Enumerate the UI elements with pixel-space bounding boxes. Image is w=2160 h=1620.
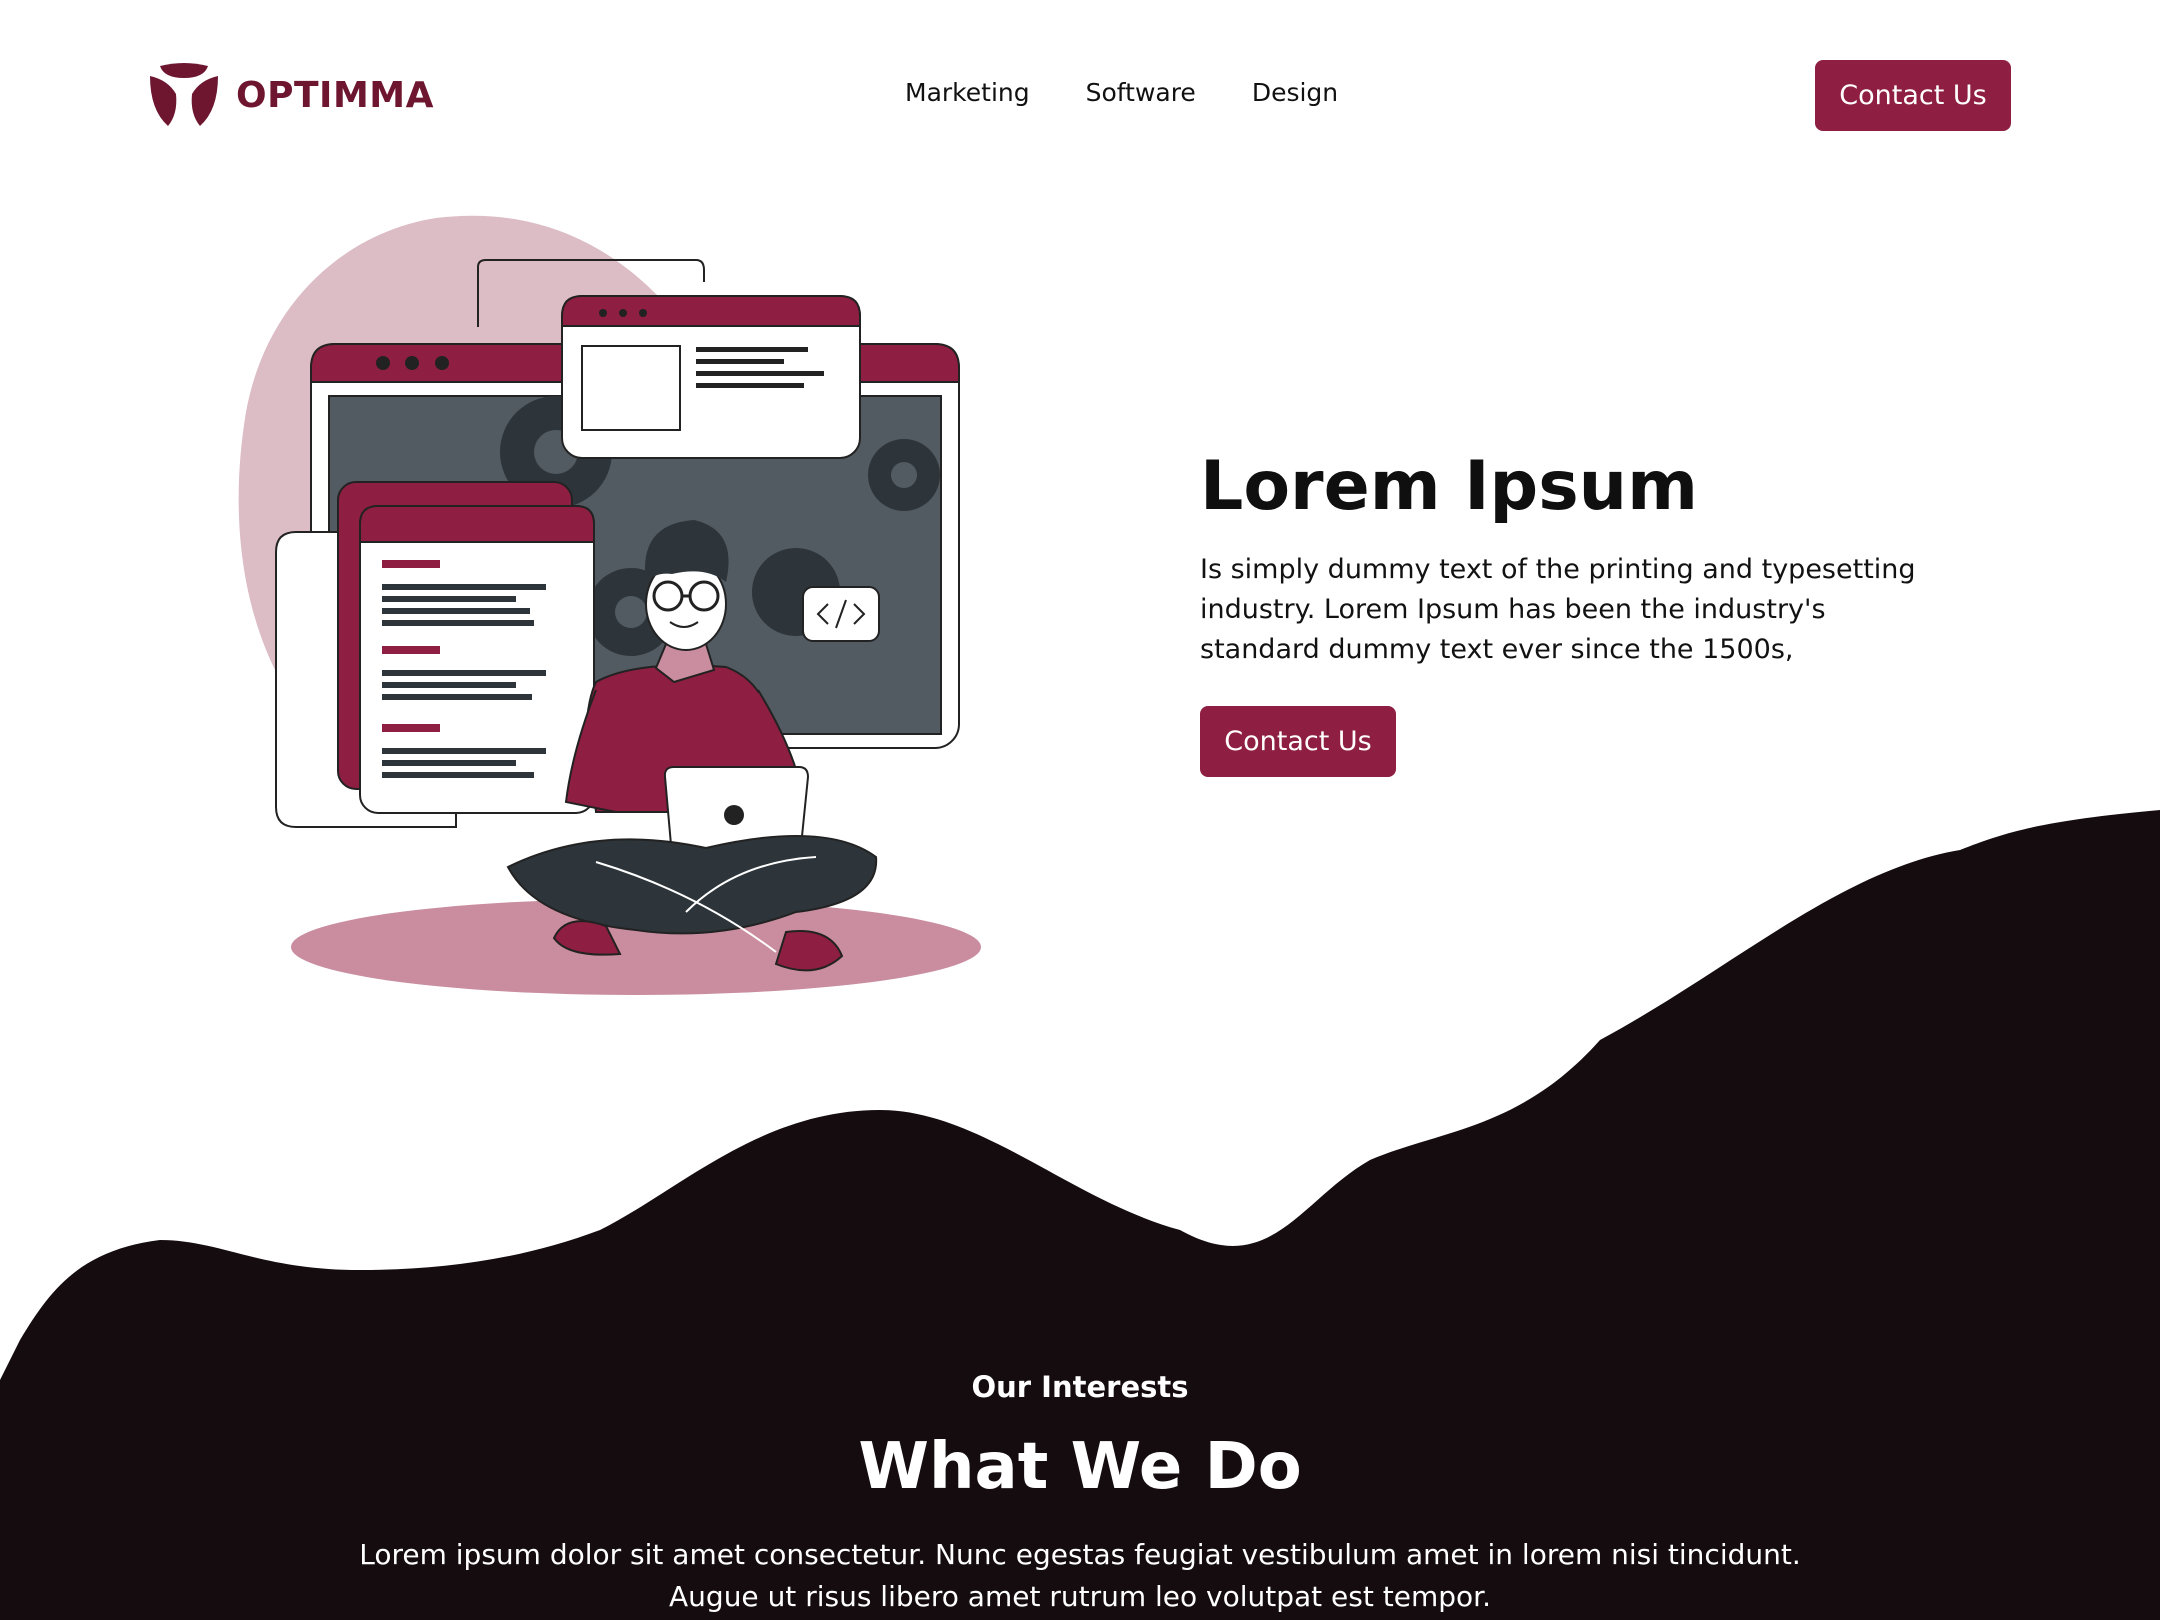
brand-name: OPTIMMA <box>236 74 434 116</box>
nav-item-marketing[interactable]: Marketing <box>905 78 1030 107</box>
developer-with-laptop-illustration <box>238 215 981 995</box>
header-contact-button[interactable]: Contact Us <box>1815 60 2011 131</box>
hero-title: Lorem Ipsum <box>1200 447 1698 526</box>
site-header: OPTIMMA Marketing Software Design Contac… <box>0 0 2160 190</box>
hero-description: Is simply dummy text of the printing and… <box>1200 553 1916 665</box>
nav-item-software[interactable]: Software <box>1086 78 1196 107</box>
section-title: What We Do <box>858 1430 1302 1504</box>
brand-logo[interactable]: OPTIMMA <box>148 62 434 128</box>
main-nav: Marketing Software Design <box>905 78 1338 107</box>
hero-contact-button[interactable]: Contact Us <box>1200 705 1396 777</box>
section-description: Lorem ipsum dolor sit amet consectetur. … <box>359 1538 1801 1613</box>
optimma-logo-icon <box>150 63 218 126</box>
hero-section: Lorem Ipsum Is simply dummy text of the … <box>1200 446 1960 777</box>
interests-section: Our Interests What We Do Lorem ipsum dol… <box>0 1370 2160 1618</box>
section-eyebrow: Our Interests <box>971 1370 1189 1404</box>
nav-item-design[interactable]: Design <box>1252 78 1338 107</box>
